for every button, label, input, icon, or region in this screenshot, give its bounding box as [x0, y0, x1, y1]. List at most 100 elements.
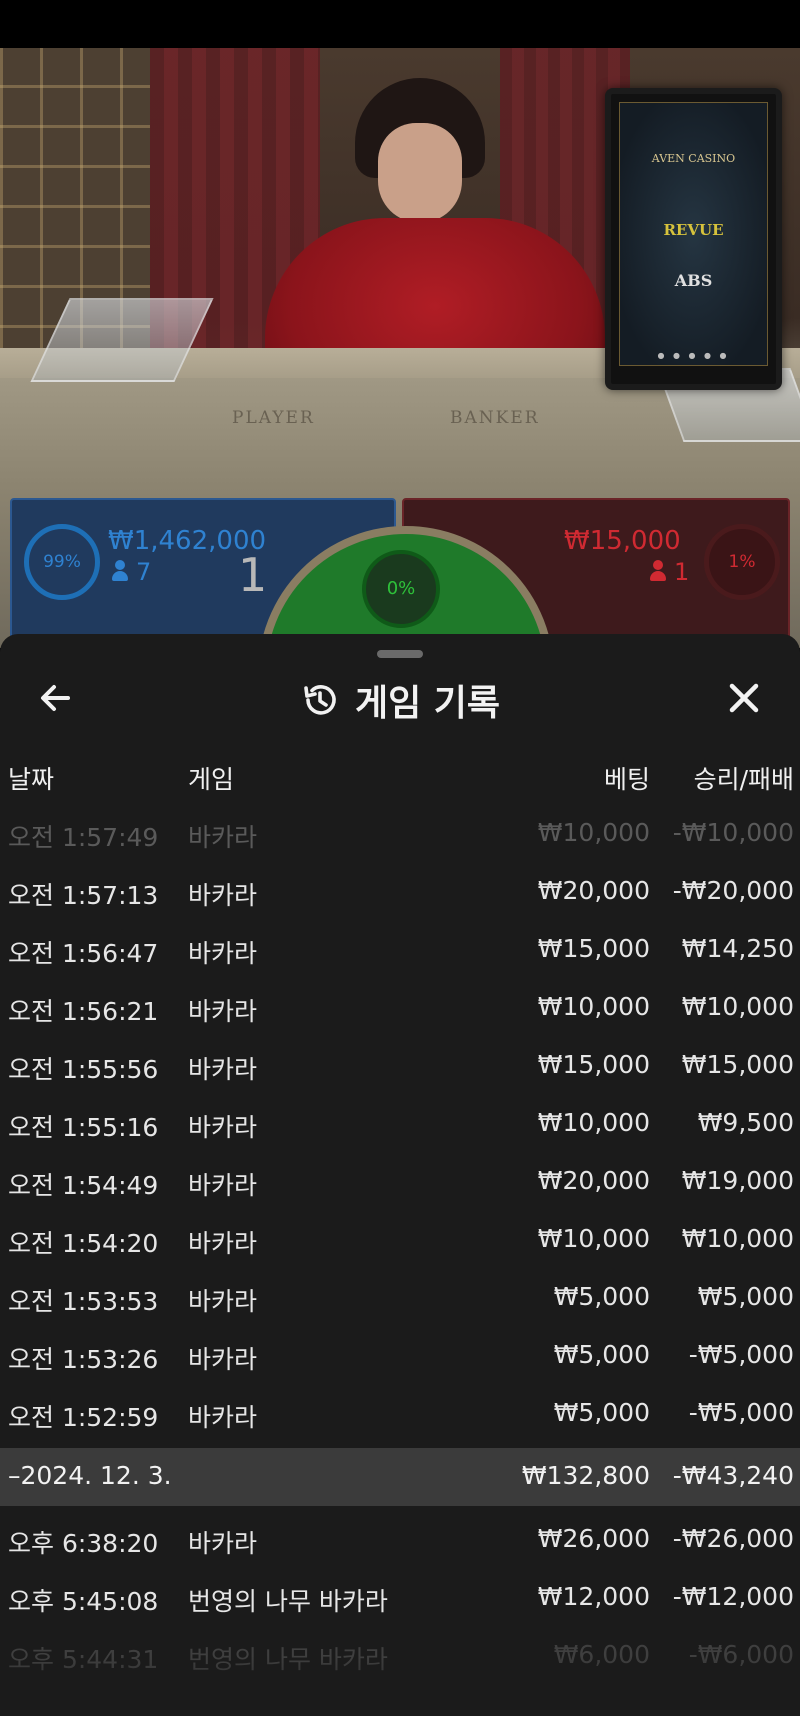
column-header-bet: 베팅 — [603, 765, 650, 794]
row-result: ₩9,500 — [697, 1108, 794, 1137]
history-icon — [304, 685, 336, 715]
close-button[interactable] — [718, 672, 770, 724]
banker-bettors: 1 — [650, 558, 689, 586]
person-icon — [650, 560, 666, 582]
table-label-banker: BANKER — [450, 408, 540, 428]
row-time: 오전 1:57:13 — [8, 881, 159, 910]
row-result: ₩15,000 — [681, 1050, 794, 1079]
row-time: 오전 1:55:16 — [8, 1113, 159, 1142]
monitor-brand-abs: ABS — [674, 271, 713, 290]
row-result: ₩10,000 — [681, 992, 794, 1021]
row-game: 바카라 — [188, 939, 258, 968]
day-summary-row[interactable]: –2024. 12. 3. ₩132,800 -₩43,240 — [0, 1448, 800, 1506]
history-table-header: 날짜 게임 베팅 승리/패배 — [0, 760, 800, 800]
column-header-date: 날짜 — [8, 765, 55, 794]
row-time: 오전 1:53:53 — [8, 1287, 159, 1316]
table-row[interactable]: 오후 5:44:31 번영의 나무 바카라 ₩6,000 -₩6,000 — [0, 1628, 800, 1686]
row-bet: ₩15,000 — [537, 934, 650, 963]
sheet-title: 게임 기록 — [0, 674, 800, 726]
table-row[interactable]: 오전 1:53:53 바카라 ₩5,000 ₩5,000 — [0, 1270, 800, 1328]
row-time: 오전 1:56:21 — [8, 997, 159, 1026]
banker-bettor-count: 1 — [674, 558, 690, 586]
table-row[interactable]: 오전 1:52:59 바카라 ₩5,000 -₩5,000 — [0, 1386, 800, 1444]
row-result: -₩26,000 — [672, 1524, 794, 1553]
row-time: 오전 1:53:26 — [8, 1345, 159, 1374]
row-game: 바카라 — [188, 1345, 258, 1374]
row-game: 바카라 — [188, 1055, 258, 1084]
table-row[interactable]: 오후 6:38:20 바카라 ₩26,000 -₩26,000 — [0, 1512, 800, 1570]
row-bet: ₩5,000 — [553, 1282, 650, 1311]
row-bet: ₩10,000 — [537, 992, 650, 1021]
row-bet: ₩10,000 — [537, 1224, 650, 1253]
row-result: ₩5,000 — [697, 1282, 794, 1311]
banker-percent-ring: 1% — [704, 524, 780, 600]
table-label-player: PLAYER — [232, 408, 315, 428]
table-row[interactable]: 오전 1:57:13 바카라 ₩20,000 -₩20,000 — [0, 864, 800, 922]
row-game: 바카라 — [188, 1403, 258, 1432]
table-row[interactable]: 오전 1:55:56 바카라 ₩15,000 ₩15,000 — [0, 1038, 800, 1096]
table-row[interactable]: 오후 5:45:08 번영의 나무 바카라 ₩12,000 -₩12,000 — [0, 1570, 800, 1628]
player-bettor-count: 7 — [136, 558, 152, 586]
row-time: 오전 1:56:47 — [8, 939, 159, 968]
table-row[interactable]: 오전 1:56:47 바카라 ₩15,000 ₩14,250 — [0, 922, 800, 980]
row-game: 바카라 — [188, 1287, 258, 1316]
row-time: 오후 5:45:08 — [8, 1587, 159, 1616]
row-game: 바카라 — [188, 997, 258, 1026]
row-game: 바카라 — [188, 881, 258, 910]
close-icon — [729, 683, 759, 713]
history-list[interactable]: 오전 1:57:49 바카라 ₩10,000 -₩10,000 오전 1:57:… — [0, 806, 800, 1686]
game-history-sheet: 게임 기록 날짜 게임 베팅 승리/패배 오전 1:57:49 바카라 ₩10,… — [0, 634, 800, 1716]
player-bettors: 7 — [112, 558, 151, 586]
row-bet: ₩10,000 — [537, 818, 650, 847]
row-bet: ₩20,000 — [537, 876, 650, 905]
row-time: 오전 1:55:56 — [8, 1055, 159, 1084]
row-result: -₩5,000 — [688, 1340, 794, 1369]
row-bet: ₩12,000 — [537, 1582, 650, 1611]
row-game: 바카라 — [188, 1529, 258, 1558]
row-bet: ₩6,000 — [553, 1640, 650, 1669]
monitor-brand-aven: AVEN CASINO — [651, 152, 736, 165]
row-bet: ₩5,000 — [553, 1398, 650, 1427]
row-time: 오후 6:38:20 — [8, 1529, 159, 1558]
monitor-brand-revue: REVUE — [663, 221, 724, 239]
status-bar — [0, 0, 800, 48]
table-row[interactable]: 오전 1:54:20 바카라 ₩10,000 ₩10,000 — [0, 1212, 800, 1270]
row-game: 바카라 — [188, 823, 258, 852]
player-percent-ring: 99% — [24, 524, 100, 600]
table-row[interactable]: 오전 1:57:49 바카라 ₩10,000 -₩10,000 — [0, 806, 800, 864]
row-result: -₩10,000 — [672, 818, 794, 847]
row-result: ₩14,250 — [681, 934, 794, 963]
row-result: -₩12,000 — [672, 1582, 794, 1611]
row-result: -₩20,000 — [672, 876, 794, 905]
row-game: 번영의 나무 바카라 — [188, 1645, 388, 1674]
row-result: ₩19,000 — [681, 1166, 794, 1195]
row-game: 번영의 나무 바카라 — [188, 1587, 388, 1616]
row-game: 바카라 — [188, 1113, 258, 1142]
table-row[interactable]: 오전 1:56:21 바카라 ₩10,000 ₩10,000 — [0, 980, 800, 1038]
sheet-title-text: 게임 기록 — [355, 683, 501, 724]
row-bet: ₩5,000 — [553, 1340, 650, 1369]
row-bet: ₩10,000 — [537, 1108, 650, 1137]
table-row[interactable]: 오전 1:55:16 바카라 ₩10,000 ₩9,500 — [0, 1096, 800, 1154]
player-score: 1 — [238, 548, 268, 602]
row-bet: ₩26,000 — [537, 1524, 650, 1553]
tie-percent-ring: 0% — [362, 550, 440, 628]
monitor-page-dots: ● ● ● ● ● — [657, 351, 730, 360]
row-game: 바카라 — [188, 1171, 258, 1200]
row-result: -₩6,000 — [688, 1640, 794, 1669]
day-summary-bet-total: ₩132,800 — [521, 1461, 650, 1490]
row-bet: ₩15,000 — [537, 1050, 650, 1079]
column-header-result: 승리/패배 — [693, 765, 794, 794]
row-result: ₩10,000 — [681, 1224, 794, 1253]
row-game: 바카라 — [188, 1229, 258, 1258]
sheet-drag-handle[interactable] — [377, 650, 423, 658]
day-summary-result-total: -₩43,240 — [672, 1461, 794, 1490]
table-row[interactable]: 오전 1:54:49 바카라 ₩20,000 ₩19,000 — [0, 1154, 800, 1212]
table-row[interactable]: 오전 1:53:26 바카라 ₩5,000 -₩5,000 — [0, 1328, 800, 1386]
row-time: 오전 1:54:20 — [8, 1229, 159, 1258]
row-time: 오전 1:54:49 — [8, 1171, 159, 1200]
person-icon — [112, 560, 128, 582]
banker-bet-amount: ₩15,000 — [564, 526, 681, 556]
table-monitor: AVEN CASINO REVUE ABS ● ● ● ● ● — [605, 88, 782, 390]
day-summary-date: –2024. 12. 3. — [8, 1461, 172, 1490]
